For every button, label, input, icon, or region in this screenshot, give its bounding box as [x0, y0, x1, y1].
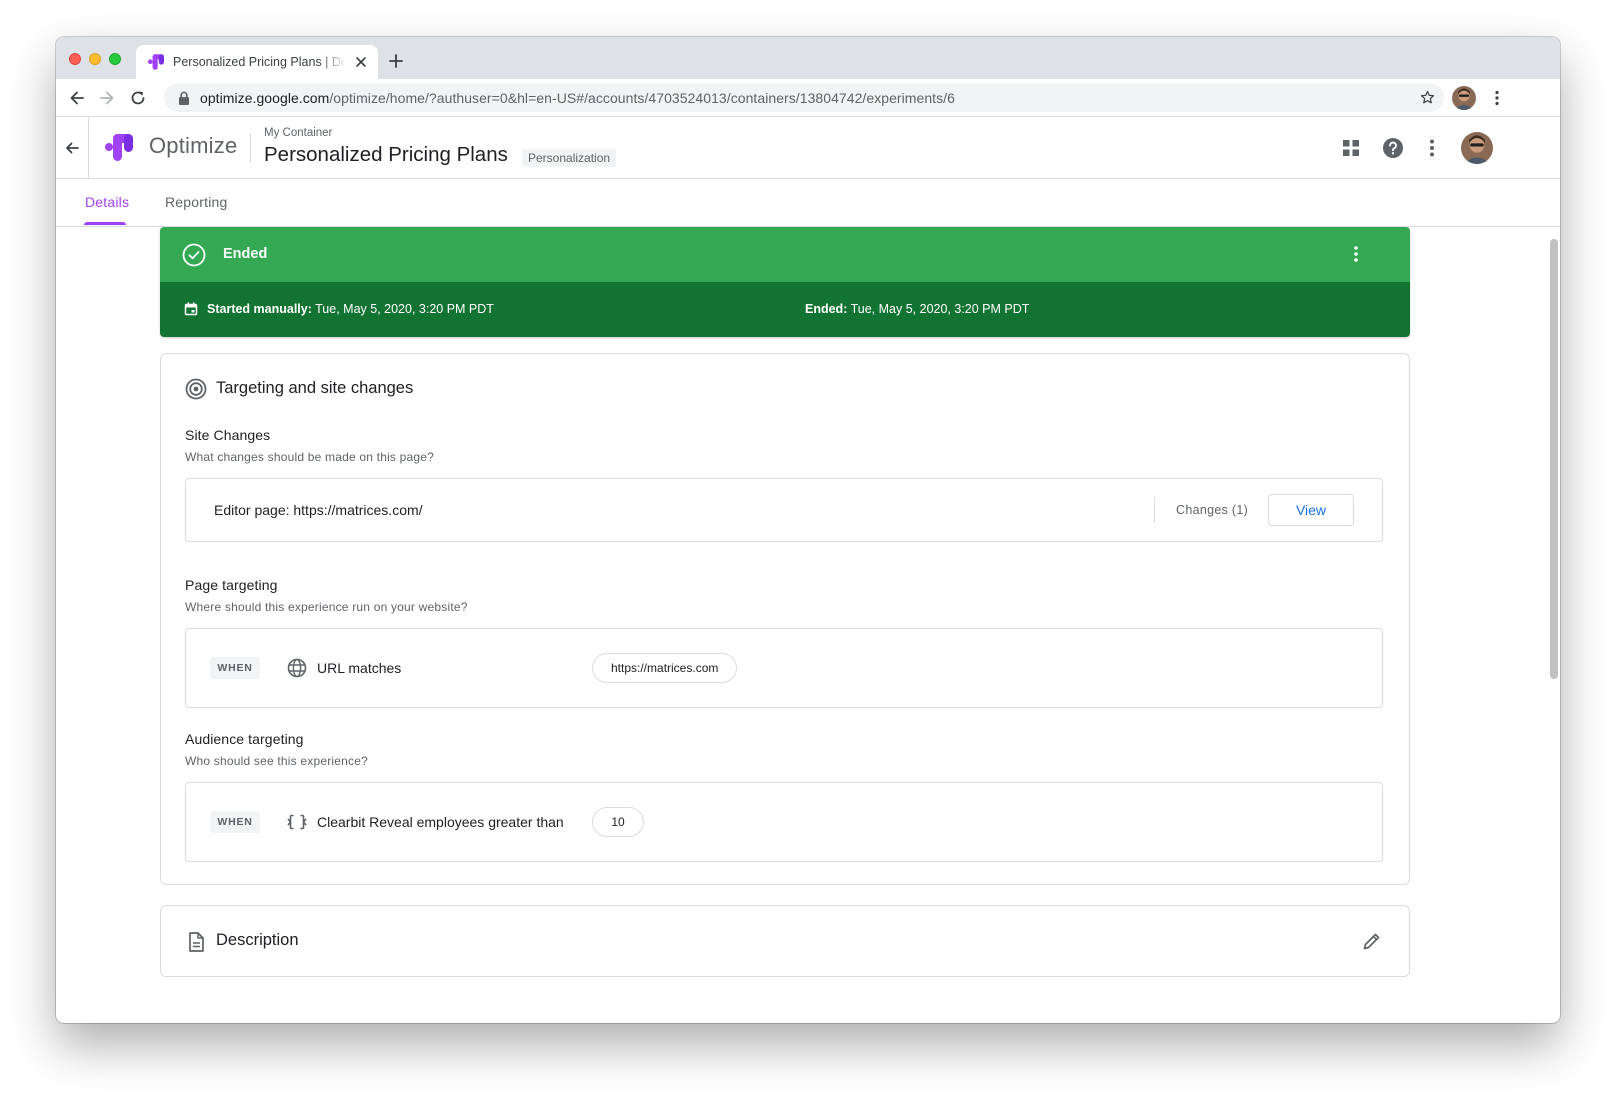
maximize-window-button[interactable] — [109, 53, 121, 65]
active-tab-indicator — [84, 222, 126, 225]
new-tab-icon[interactable] — [388, 53, 404, 69]
page-targeting-box[interactable]: WHEN URL matches https://matrices.com — [185, 628, 1383, 708]
browser-window: Personalized Pricing Plans | Details opt… — [56, 37, 1560, 1023]
back-arrow-icon[interactable] — [64, 140, 80, 156]
reload-icon[interactable] — [129, 89, 147, 107]
site-changes-title: Site Changes — [185, 427, 271, 443]
page-rule-label: URL matches — [317, 660, 402, 676]
page-rule-value: https://matrices.com — [592, 653, 738, 683]
account-avatar[interactable] — [1461, 132, 1493, 164]
experience-title: Personalized Pricing Plans — [264, 143, 508, 166]
browser-toolbar: optimize.google.com/optimize/home/?authu… — [56, 79, 1560, 117]
browser-menu-icon[interactable] — [1488, 89, 1506, 107]
container-name[interactable]: My Container — [264, 127, 332, 139]
targeting-card: Targeting and site changes Site Changes … — [160, 353, 1410, 885]
apps-grid-icon[interactable] — [1340, 137, 1362, 159]
close-window-button[interactable] — [69, 53, 81, 65]
forward-icon[interactable] — [98, 89, 116, 107]
audience-targeting-subtitle: Who should see this experience? — [185, 754, 368, 768]
url-host: optimize.google.com — [200, 89, 330, 106]
when-chip: WHEN — [210, 657, 260, 679]
status-more-icon[interactable] — [1346, 244, 1366, 264]
header-divider — [88, 117, 89, 179]
url-text: optimize.google.com/optimize/home/?authu… — [200, 90, 955, 106]
page-targeting-subtitle: Where should this experience run on your… — [185, 600, 468, 614]
vertical-divider — [1154, 497, 1155, 523]
app-header: Optimize My Container Personalized Prici… — [56, 117, 1560, 179]
document-icon — [189, 932, 204, 952]
browser-tab-active[interactable]: Personalized Pricing Plans | Details — [136, 45, 378, 79]
profile-photo-icon — [1461, 132, 1493, 164]
browser-profile-avatar[interactable] — [1452, 86, 1476, 110]
bookmark-star-icon[interactable] — [1419, 89, 1436, 106]
more-options-icon[interactable] — [1421, 137, 1443, 159]
tab-reporting[interactable]: Reporting — [165, 194, 228, 210]
page-targeting-title: Page targeting — [185, 577, 278, 593]
experience-type-badge: Personalization — [522, 149, 617, 167]
ended-label: Ended: — [805, 302, 848, 316]
changes-count: Changes (1) — [1176, 503, 1249, 517]
help-icon[interactable] — [1382, 137, 1404, 159]
page-tabs: Details Reporting — [56, 179, 1560, 227]
ended-info: Ended: Tue, May 5, 2020, 3:20 PM PDT — [805, 302, 1029, 316]
tab-strip: Personalized Pricing Plans | Details — [56, 37, 1560, 79]
calendar-icon — [184, 302, 198, 316]
site-changes-box: Editor page: https://matrices.com/ Chang… — [185, 478, 1383, 542]
status-header: Ended — [160, 227, 1410, 282]
status-details: Started manually: Tue, May 5, 2020, 3:20… — [160, 282, 1410, 337]
ended-value: Tue, May 5, 2020, 3:20 PM PDT — [850, 302, 1030, 316]
targeting-title: Targeting and site changes — [216, 379, 414, 397]
started-info: Started manually: Tue, May 5, 2020, 3:20… — [207, 302, 494, 316]
vertical-scrollbar[interactable] — [1550, 239, 1558, 679]
audience-rule-value: 10 — [592, 807, 644, 837]
audience-targeting-box[interactable]: WHEN Clearbit Reveal employees greater t… — [185, 782, 1383, 862]
audience-targeting-title: Audience targeting — [185, 731, 304, 747]
started-label: Started manually: — [207, 302, 312, 316]
product-name: Optimize — [149, 133, 238, 158]
audience-rule-label: Clearbit Reveal employees greater than — [317, 814, 564, 830]
when-chip: WHEN — [210, 811, 260, 833]
lock-icon — [179, 91, 189, 105]
header-divider — [250, 133, 251, 163]
address-bar[interactable]: optimize.google.com/optimize/home/?authu… — [164, 83, 1444, 112]
main-content: Ended Started manually: Tue, May 5, 2020… — [56, 227, 1546, 1023]
started-value: Tue, May 5, 2020, 3:20 PM PDT — [315, 302, 494, 316]
editor-page-label: Editor page: https://matrices.com/ — [214, 502, 423, 518]
check-circle-icon — [182, 243, 206, 267]
profile-photo-icon — [1452, 86, 1476, 110]
target-icon — [185, 378, 207, 400]
tab-title: Personalized Pricing Plans | Details — [173, 55, 346, 69]
minimize-window-button[interactable] — [89, 53, 101, 65]
globe-icon — [287, 658, 307, 678]
back-icon[interactable] — [68, 89, 86, 107]
optimize-favicon-icon — [148, 54, 164, 70]
description-card: Description — [160, 905, 1410, 977]
url-path: /optimize/home/?authuser=0&hl=en-US#/acc… — [329, 89, 955, 106]
view-changes-button[interactable]: View — [1268, 494, 1354, 526]
optimize-logo-icon — [105, 134, 133, 161]
close-tab-icon[interactable] — [354, 55, 368, 69]
site-changes-subtitle: What changes should be made on this page… — [185, 450, 435, 464]
description-title: Description — [216, 931, 299, 949]
api-icon — [287, 813, 307, 831]
status-card: Ended Started manually: Tue, May 5, 2020… — [160, 227, 1410, 337]
tab-details[interactable]: Details — [85, 194, 129, 210]
status-label: Ended — [223, 246, 268, 262]
pencil-icon[interactable] — [1361, 930, 1383, 952]
